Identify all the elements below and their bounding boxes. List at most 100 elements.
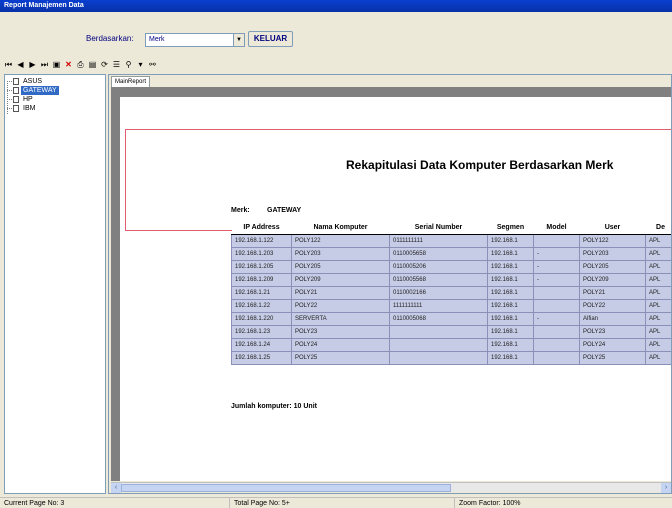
keluar-button[interactable]: KELUAR	[248, 31, 293, 47]
tree-item[interactable]: ASUS	[7, 77, 44, 86]
table-cell: POLY23	[579, 324, 646, 339]
print-icon[interactable]: ⎙	[76, 60, 85, 70]
zoom-icon[interactable]: ⚲	[124, 60, 133, 70]
table-row: 192.168.1.203 POLY203 0110005658 192.168.1-…	[231, 246, 671, 261]
table-cell: 192.168.1.23	[231, 324, 292, 339]
table-cell: 192.168.1	[487, 285, 534, 300]
filter-row: Berdasarkan: Merk ▼ KELUAR	[0, 30, 672, 48]
table-cell	[389, 350, 488, 365]
table-cell: APL	[645, 311, 671, 326]
section-border	[125, 129, 671, 231]
scroll-left-icon[interactable]: ‹	[111, 483, 121, 493]
data-table: IP Address Nama Komputer Serial Number Segm…	[231, 222, 671, 365]
table-row: 192.168.1.205 POLY205 0110005206 192.168.1-…	[231, 259, 671, 274]
column-header: IP Address	[231, 222, 292, 235]
table-cell: POLY24	[291, 337, 390, 352]
table-cell: 192.168.1.21	[231, 285, 292, 300]
tree-item[interactable]: HP	[7, 95, 35, 104]
tab-mainreport[interactable]: MainReport	[111, 76, 151, 87]
report-page: Rekapitulasi Data Komputer Berdasarkan M…	[120, 97, 671, 481]
tree-connector	[7, 108, 12, 109]
filter-select[interactable]: Merk ▼	[145, 33, 245, 47]
chevron-down-icon[interactable]: ▼	[233, 34, 244, 46]
tree-item-label: HP	[23, 96, 33, 103]
table-cell	[389, 324, 488, 339]
first-page-icon[interactable]: ⏮	[4, 60, 13, 70]
tree-item[interactable]: GATEWAY	[7, 86, 59, 95]
table-cell: POLY24	[579, 337, 646, 352]
report-window: Report Manajemen Data Berdasarkan: Merk …	[0, 0, 672, 508]
tree-item-label: ASUS	[23, 78, 43, 85]
table-cell: 0110005568	[389, 272, 488, 287]
table-cell: 192.168.1.24	[231, 337, 292, 352]
merk-label: Merk:	[231, 207, 250, 214]
table-cell: APL	[645, 285, 671, 300]
status-bar: Current Page No: 3 Total Page No: 5+ Zoo…	[0, 497, 672, 508]
chevron-down-icon[interactable]: ▾	[136, 60, 145, 70]
last-page-icon[interactable]: ⏭	[40, 60, 49, 70]
table-cell: APL	[645, 298, 671, 313]
refresh-icon[interactable]: ⟳	[100, 60, 109, 70]
report-panel: MainReport Rekapitulasi Data Komputer Be…	[108, 74, 672, 494]
table-cell: 0110005658	[389, 246, 488, 261]
status-total-page: Total Page No: 5+	[230, 498, 455, 508]
table-cell: -	[533, 272, 580, 287]
table-row: 192.168.1.22 POLY22 1111111111 192.168.1 POL…	[231, 298, 671, 313]
table-cell: 0110002166	[389, 285, 488, 300]
prev-page-icon[interactable]: ◀	[16, 60, 25, 70]
table-body: 192.168.1.122 POLY122 0111111111 192.168.1 P…	[231, 233, 671, 365]
export-icon[interactable]: ▣	[52, 60, 61, 70]
table-cell: 192.168.1.203	[231, 246, 292, 261]
horizontal-scrollbar[interactable]: ‹ ›	[111, 482, 671, 493]
table-cell: 192.168.1.122	[231, 233, 292, 248]
tree-item-label: IBM	[23, 105, 36, 112]
document-icon	[13, 96, 19, 103]
table-cell	[533, 337, 580, 352]
window-title: Report Manajemen Data	[0, 0, 672, 12]
table-row: 192.168.1.25 POLY25 192.168.1 POLY25 APL	[231, 350, 671, 365]
table-cell: 192.168.1	[487, 259, 534, 274]
table-row: 192.168.1.21 POLY21 0110002166 192.168.1 POL…	[231, 285, 671, 300]
table-cell: 192.168.1	[487, 272, 534, 287]
table-cell: -	[533, 311, 580, 326]
close-icon[interactable]: ✕	[64, 60, 73, 70]
table-cell: POLY122	[291, 233, 390, 248]
table-row: 192.168.1.23 POLY23 192.168.1 POLY23 APL	[231, 324, 671, 339]
table-cell: 0110005206	[389, 259, 488, 274]
document-icon	[13, 105, 19, 112]
print-setup-icon[interactable]: ▤	[88, 60, 97, 70]
document-icon	[13, 78, 19, 85]
table-row: 192.168.1.24 POLY24 192.168.1 POLY24 APL	[231, 337, 671, 352]
table-cell: POLY209	[579, 272, 646, 287]
total-value: 10 Unit	[293, 403, 317, 410]
table-cell: 0110005068	[389, 311, 488, 326]
table-cell: Alfian	[579, 311, 646, 326]
next-page-icon[interactable]: ▶	[28, 60, 37, 70]
table-cell: 192.168.1	[487, 246, 534, 261]
table-cell: POLY23	[291, 324, 390, 339]
tree-item[interactable]: IBM	[7, 104, 37, 113]
table-cell: POLY203	[579, 246, 646, 261]
table-cell	[533, 285, 580, 300]
tree-connector	[7, 99, 12, 100]
table-cell: APL	[645, 272, 671, 287]
status-zoom: Zoom Factor: 100%	[459, 500, 521, 507]
status-current-page: Current Page No: 3	[0, 498, 230, 508]
table-cell: POLY25	[579, 350, 646, 365]
table-cell: 192.168.1	[487, 233, 534, 248]
table-cell: POLY205	[291, 259, 390, 274]
table-cell: 192.168.1.22	[231, 298, 292, 313]
table-cell: POLY22	[579, 298, 646, 313]
search-icon[interactable]: ⚯	[148, 60, 157, 70]
report-viewer[interactable]: Rekapitulasi Data Komputer Berdasarkan M…	[111, 87, 671, 481]
scroll-right-icon[interactable]: ›	[661, 483, 671, 493]
table-cell	[533, 233, 580, 248]
table-cell: APL	[645, 233, 671, 248]
report-title: Rekapitulasi Data Komputer Berdasarkan M…	[346, 158, 614, 172]
table-cell: APL	[645, 324, 671, 339]
scroll-thumb[interactable]	[121, 484, 451, 492]
group-tree-icon[interactable]: ☰	[112, 60, 121, 70]
table-cell: POLY21	[579, 285, 646, 300]
tree-connector	[7, 81, 12, 82]
viewer-toolbar: ⏮ ◀ ▶ ⏭ ▣ ✕ ⎙ ▤ ⟳ ☰ ⚲ ▾ ⚯	[4, 59, 157, 71]
